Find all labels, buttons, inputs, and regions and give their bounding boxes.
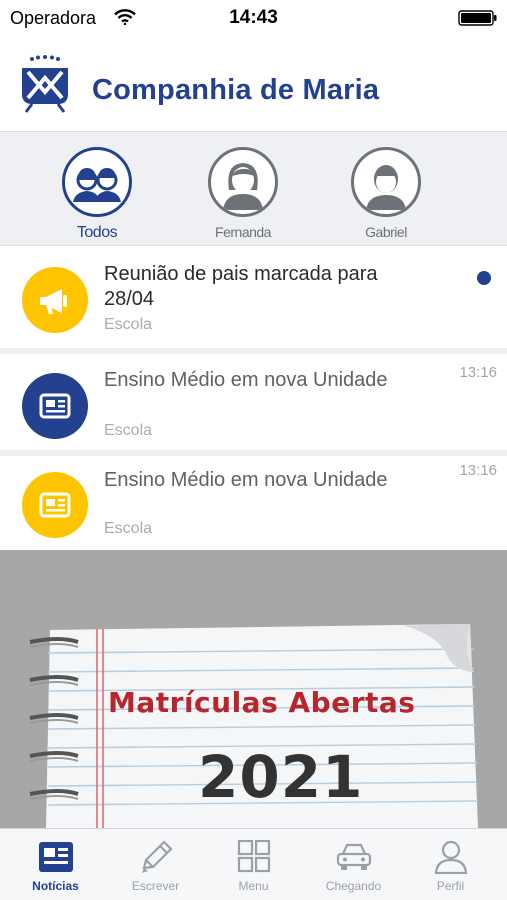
- profile-todos[interactable]: Todos: [47, 147, 147, 242]
- news-title: Ensino Médio em nova Unidade: [104, 369, 388, 391]
- tab-menu[interactable]: Menu: [203, 829, 304, 900]
- news-title: Ensino Médio em nova Unidade: [104, 469, 388, 491]
- school-logo-icon: [22, 55, 68, 113]
- banner-title: Matrículas Abertas: [108, 686, 416, 719]
- tab-chegando[interactable]: Chegando: [303, 829, 404, 900]
- tab-label: Chegando: [325, 879, 382, 893]
- tab-label: Menu: [238, 879, 269, 893]
- profile-label: Todos: [76, 224, 118, 241]
- profile-label: Fernanda: [215, 224, 271, 240]
- newspaper-icon: [22, 472, 88, 538]
- profile-selector: Todos Fernanda Gabriel: [0, 132, 507, 246]
- group-avatar-icon: [62, 147, 132, 217]
- news-time: 13:16: [459, 462, 497, 479]
- tab-perfil[interactable]: Perfil: [400, 829, 501, 900]
- news-category: Escola: [104, 422, 153, 439]
- news-title: Reunião de pais marcada para 28/04: [104, 263, 378, 310]
- profile-gabriel[interactable]: Gabriel: [336, 147, 436, 240]
- tab-bar: Notícias Escrever Menu Chegando Perfil: [0, 828, 507, 900]
- grid-icon: [237, 840, 271, 873]
- unread-indicator: [477, 271, 491, 285]
- tab-label: Escrever: [131, 879, 180, 893]
- banner-year: 2021: [198, 743, 364, 811]
- user-icon: [434, 840, 468, 874]
- pencil-icon: [142, 840, 173, 873]
- news-time: 13:16: [459, 364, 497, 381]
- newspaper-icon: [22, 373, 88, 439]
- car-icon: [336, 843, 372, 870]
- news-item[interactable]: Ensino Médio em nova Unidade Escola 13:1…: [0, 354, 507, 456]
- tab-label: Perfil: [436, 879, 465, 893]
- status-bar: Operadora 14:43: [0, 0, 507, 36]
- status-time: 14:43: [229, 7, 278, 28]
- news-item[interactable]: Reunião de pais marcada para 28/04 Escol…: [0, 246, 507, 354]
- news-item[interactable]: Ensino Médio em nova Unidade Escola 13:1…: [0, 456, 507, 550]
- battery-icon: [458, 10, 497, 26]
- boy-avatar-icon: [351, 147, 421, 217]
- profile-label: Gabriel: [365, 224, 407, 240]
- tab-noticias[interactable]: Notícias: [5, 829, 106, 900]
- enrollment-banner[interactable]: Matrículas Abertas 2021: [0, 550, 507, 828]
- news-category: Escola: [104, 316, 153, 333]
- profile-fernanda[interactable]: Fernanda: [193, 147, 293, 240]
- app-title: Companhia de Maria: [92, 74, 380, 106]
- girl-avatar-icon: [208, 147, 278, 217]
- tab-label: Notícias: [32, 879, 79, 893]
- news-category: Escola: [104, 520, 153, 537]
- news-icon: [39, 842, 73, 872]
- tab-escrever[interactable]: Escrever: [105, 829, 206, 900]
- megaphone-icon: [22, 267, 88, 333]
- app-header: Companhia de Maria: [0, 36, 507, 132]
